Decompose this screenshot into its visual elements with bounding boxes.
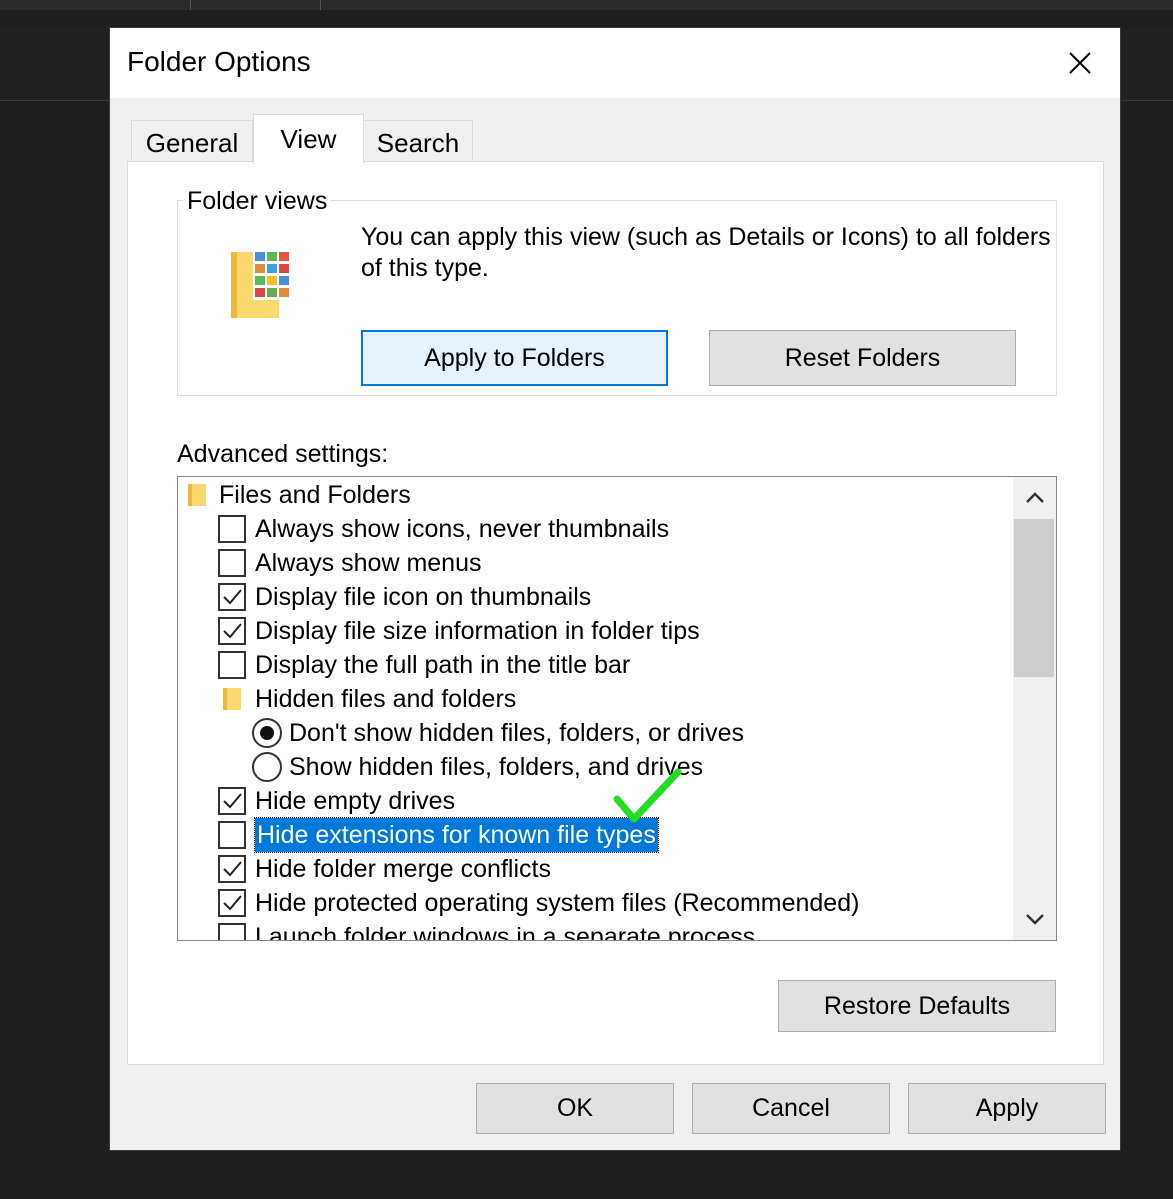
folder-views-description: You can apply this view (such as Details… <box>361 223 1051 282</box>
scroll-down-button[interactable] <box>1013 898 1056 940</box>
checkbox[interactable] <box>218 787 246 815</box>
checkbox[interactable] <box>218 821 246 849</box>
checkmark-icon <box>223 793 242 809</box>
settings-item-label[interactable]: Display file icon on thumbnails <box>255 580 591 614</box>
settings-item-label: Hidden files and folders <box>255 685 517 713</box>
tab-general[interactable]: General <box>131 120 253 162</box>
apply-label: Apply <box>975 1094 1039 1122</box>
settings-item-label[interactable]: Launch folder windows in a separate proc… <box>255 920 755 940</box>
settings-item-label[interactable]: Display file size information in folder … <box>255 614 700 648</box>
settings-item[interactable]: Hide protected operating system files (R… <box>178 886 1008 920</box>
cancel-button[interactable]: Cancel <box>692 1083 890 1134</box>
folder-views-label: Folder views <box>183 187 332 216</box>
folder-views-icon <box>231 250 295 318</box>
tab-view[interactable]: View <box>253 114 364 164</box>
settings-item[interactable]: Launch folder windows in a separate proc… <box>178 920 1008 940</box>
settings-item-label[interactable]: Hide empty drives <box>255 784 455 818</box>
settings-item-label[interactable]: Hide folder merge conflicts <box>255 852 551 886</box>
settings-item[interactable]: Don't show hidden files, folders, or dri… <box>178 716 1008 750</box>
view-tab-panel: Folder views You can apply this view (su… <box>127 161 1104 1065</box>
settings-item: Files and Folders <box>178 478 1008 512</box>
window-title: Folder Options <box>127 46 311 77</box>
checkmark-icon <box>223 589 242 605</box>
vertical-scrollbar[interactable] <box>1013 477 1056 940</box>
settings-item-label[interactable]: Hide protected operating system files (R… <box>255 886 859 920</box>
settings-item[interactable]: Display file icon on thumbnails <box>178 580 1008 614</box>
folder-icon <box>223 688 241 710</box>
ok-label: OK <box>556 1094 594 1122</box>
checkbox[interactable] <box>218 583 246 611</box>
radio-button[interactable] <box>252 718 282 748</box>
settings-item[interactable]: Hide extensions for known file types <box>178 817 1008 853</box>
reset-folders-button[interactable]: Reset Folders <box>709 330 1016 386</box>
settings-item-label: Files and Folders <box>219 481 411 509</box>
settings-item[interactable]: Display file size information in folder … <box>178 614 1008 648</box>
checkmark-icon <box>223 861 242 877</box>
settings-item-label[interactable]: Hide extensions for known file types <box>254 817 659 853</box>
settings-item-label[interactable]: Don't show hidden files, folders, or dri… <box>289 716 744 750</box>
advanced-settings-tree[interactable]: Files and Folders Always show icons, neve… <box>177 476 1057 941</box>
checkbox[interactable] <box>218 549 246 577</box>
background-top-strip <box>0 0 1173 10</box>
settings-item[interactable]: Always show menus <box>178 546 1008 580</box>
ok-button[interactable]: OK <box>476 1083 674 1134</box>
settings-item-label[interactable]: Always show icons, never thumbnails <box>255 512 669 546</box>
background-divider <box>190 0 191 10</box>
restore-defaults-label: Restore Defaults <box>823 991 1011 1020</box>
settings-item[interactable]: Show hidden files, folders, and drives <box>178 750 1008 784</box>
reset-folders-label: Reset Folders <box>784 343 941 372</box>
annotation-checkmark-icon <box>613 768 682 823</box>
checkbox[interactable] <box>218 651 246 679</box>
tab-search[interactable]: Search <box>363 120 473 162</box>
settings-item: Hidden files and folders <box>178 682 1008 716</box>
checkmark-icon <box>223 895 242 911</box>
apply-button[interactable]: Apply <box>908 1083 1106 1134</box>
folder-options-dialog: Folder Options General View Search Folde… <box>109 27 1121 1151</box>
advanced-settings-label: Advanced settings: <box>177 440 389 468</box>
settings-item[interactable]: Hide empty drives <box>178 784 1008 818</box>
checkbox[interactable] <box>218 889 246 917</box>
restore-defaults-button[interactable]: Restore Defaults <box>778 980 1056 1032</box>
settings-item[interactable]: Hide folder merge conflicts <box>178 852 1008 886</box>
settings-item-label[interactable]: Always show menus <box>255 546 481 580</box>
cancel-label: Cancel <box>752 1094 830 1122</box>
settings-item-label[interactable]: Display the full path in the title bar <box>255 648 630 682</box>
settings-item[interactable]: Display the full path in the title bar <box>178 648 1008 682</box>
checkbox[interactable] <box>218 923 246 940</box>
settings-item[interactable]: Always show icons, never thumbnails <box>178 512 1008 546</box>
close-button[interactable] <box>1040 28 1120 98</box>
radio-dot-icon <box>260 726 274 740</box>
checkbox[interactable] <box>218 515 246 543</box>
checkmark-icon <box>223 623 242 639</box>
title-bar: Folder Options <box>110 28 1120 98</box>
checkbox[interactable] <box>218 855 246 883</box>
checkbox[interactable] <box>218 617 246 645</box>
scroll-up-icon <box>1025 492 1044 503</box>
scrollbar-thumb[interactable] <box>1014 519 1054 677</box>
background-divider <box>320 0 321 10</box>
scroll-down-icon <box>1025 914 1044 925</box>
apply-to-folders-label: Apply to Folders <box>424 343 605 372</box>
folder-icon <box>188 484 206 506</box>
close-icon <box>1069 52 1091 74</box>
apply-to-folders-button[interactable]: Apply to Folders <box>361 330 668 386</box>
scroll-up-button[interactable] <box>1013 477 1056 519</box>
radio-button[interactable] <box>252 752 282 782</box>
